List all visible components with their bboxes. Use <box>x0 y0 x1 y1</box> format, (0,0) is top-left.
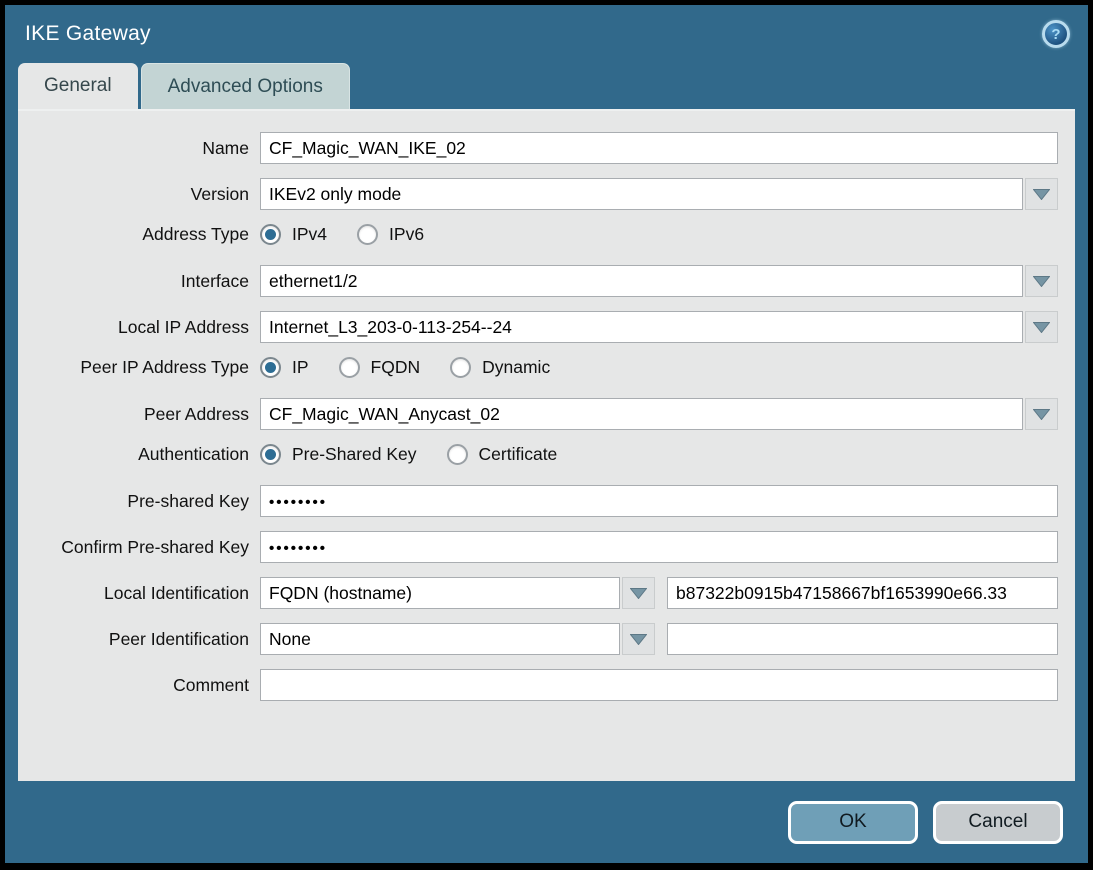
local-ip-address-label: Local IP Address <box>18 317 260 338</box>
chevron-down-icon <box>630 588 647 599</box>
tab-advanced-options[interactable]: Advanced Options <box>141 63 350 109</box>
chevron-down-icon <box>1033 189 1050 200</box>
ok-button[interactable]: OK <box>788 801 918 844</box>
authentication-row: Authentication Pre-Shared Key Certificat… <box>18 444 1058 465</box>
local-identification-dropdown-button[interactable] <box>622 577 655 609</box>
name-row: Name <box>18 132 1058 164</box>
help-icon[interactable]: ? <box>1042 20 1070 48</box>
radio-certificate-label: Certificate <box>479 444 558 465</box>
pre-shared-key-row: Pre-shared Key <box>18 485 1058 517</box>
version-label: Version <box>18 184 260 205</box>
peer-identification-value-input[interactable] <box>667 623 1058 655</box>
radio-ip-circle[interactable] <box>260 357 281 378</box>
radio-pre-shared-key-label: Pre-Shared Key <box>292 444 417 465</box>
ike-gateway-dialog: IKE Gateway ? General Advanced Options N… <box>5 5 1088 863</box>
peer-ip-address-type-label: Peer IP Address Type <box>18 357 260 378</box>
peer-ip-address-type-row: Peer IP Address Type IP FQDN Dynamic <box>18 357 1058 378</box>
peer-address-input[interactable] <box>260 398 1023 430</box>
interface-row: Interface <box>18 265 1058 297</box>
local-identification-row: Local Identification <box>18 577 1058 609</box>
interface-input[interactable] <box>260 265 1023 297</box>
radio-ipv4-circle[interactable] <box>260 224 281 245</box>
authentication-label: Authentication <box>18 444 260 465</box>
dialog-footer: OK Cancel <box>5 781 1088 863</box>
version-dropdown-button[interactable] <box>1025 178 1058 210</box>
pre-shared-key-input[interactable] <box>260 485 1058 517</box>
peer-identification-label: Peer Identification <box>18 629 260 650</box>
general-tab-panel: Name Version Address Type <box>18 109 1075 781</box>
interface-dropdown-button[interactable] <box>1025 265 1058 297</box>
radio-pre-shared-key-circle[interactable] <box>260 444 281 465</box>
interface-label: Interface <box>18 271 260 292</box>
address-type-label: Address Type <box>18 224 260 245</box>
comment-label: Comment <box>18 675 260 696</box>
peer-identification-type-input[interactable] <box>260 623 620 655</box>
radio-certificate-circle[interactable] <box>447 444 468 465</box>
comment-row: Comment <box>18 669 1058 701</box>
radio-dynamic-label: Dynamic <box>482 357 550 378</box>
tab-bar: General Advanced Options <box>5 63 1088 109</box>
radio-fqdn-circle[interactable] <box>339 357 360 378</box>
local-identification-value-input[interactable] <box>667 577 1058 609</box>
local-ip-address-input[interactable] <box>260 311 1023 343</box>
confirm-pre-shared-key-row: Confirm Pre-shared Key <box>18 531 1058 563</box>
ike-gateway-window: IKE Gateway ? General Advanced Options N… <box>0 0 1093 870</box>
local-ip-address-dropdown-button[interactable] <box>1025 311 1058 343</box>
local-ip-address-row: Local IP Address <box>18 311 1058 343</box>
authentication-radio-group: Pre-Shared Key Certificate <box>260 444 1058 465</box>
confirm-pre-shared-key-input[interactable] <box>260 531 1058 563</box>
version-input[interactable] <box>260 178 1023 210</box>
peer-address-row: Peer Address <box>18 398 1058 430</box>
peer-address-dropdown-button[interactable] <box>1025 398 1058 430</box>
name-input[interactable] <box>260 132 1058 164</box>
radio-dynamic-circle[interactable] <box>450 357 471 378</box>
radio-ip-label: IP <box>292 357 309 378</box>
pre-shared-key-label: Pre-shared Key <box>18 491 260 512</box>
version-row: Version <box>18 178 1058 210</box>
radio-fqdn-label: FQDN <box>371 357 421 378</box>
peer-identification-row: Peer Identification <box>18 623 1058 655</box>
name-label: Name <box>18 138 260 159</box>
address-type-radio-group: IPv4 IPv6 <box>260 224 1058 245</box>
tab-general[interactable]: General <box>18 63 138 109</box>
peer-identification-dropdown-button[interactable] <box>622 623 655 655</box>
radio-pre-shared-key[interactable]: Pre-Shared Key <box>260 444 417 465</box>
local-identification-label: Local Identification <box>18 583 260 604</box>
peer-ip-address-type-radio-group: IP FQDN Dynamic <box>260 357 1058 378</box>
cancel-button[interactable]: Cancel <box>933 801 1063 844</box>
radio-ip[interactable]: IP <box>260 357 309 378</box>
radio-ipv6-circle[interactable] <box>357 224 378 245</box>
local-identification-type-input[interactable] <box>260 577 620 609</box>
titlebar: IKE Gateway ? <box>5 5 1088 63</box>
radio-ipv6[interactable]: IPv6 <box>357 224 424 245</box>
radio-ipv4-label: IPv4 <box>292 224 327 245</box>
radio-ipv6-label: IPv6 <box>389 224 424 245</box>
radio-certificate[interactable]: Certificate <box>447 444 558 465</box>
chevron-down-icon <box>1033 409 1050 420</box>
chevron-down-icon <box>1033 322 1050 333</box>
radio-ipv4[interactable]: IPv4 <box>260 224 327 245</box>
radio-dynamic[interactable]: Dynamic <box>450 357 550 378</box>
address-type-row: Address Type IPv4 IPv6 <box>18 224 1058 245</box>
chevron-down-icon <box>1033 276 1050 287</box>
chevron-down-icon <box>630 634 647 645</box>
dialog-title: IKE Gateway <box>25 22 1042 46</box>
radio-fqdn[interactable]: FQDN <box>339 357 421 378</box>
peer-address-label: Peer Address <box>18 404 260 425</box>
confirm-pre-shared-key-label: Confirm Pre-shared Key <box>18 537 260 558</box>
comment-input[interactable] <box>260 669 1058 701</box>
